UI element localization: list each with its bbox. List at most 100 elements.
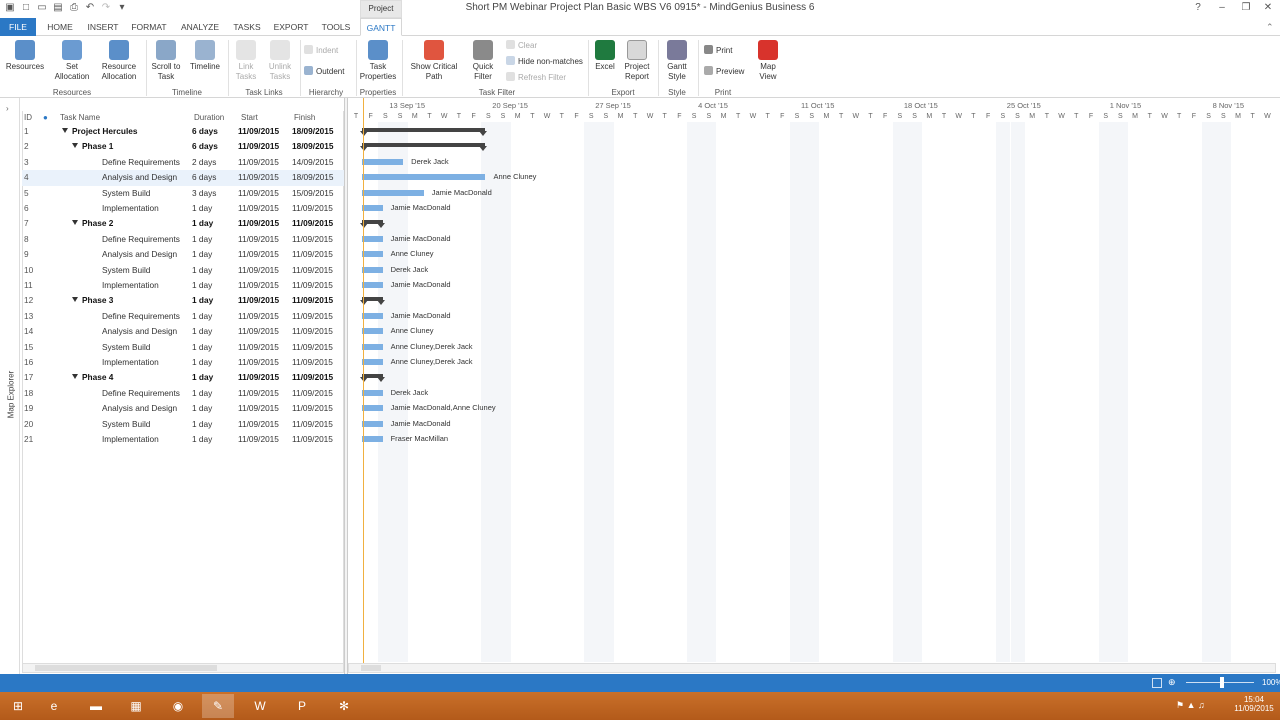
view-fit-icon[interactable]: ⊕	[1168, 677, 1176, 688]
task-name[interactable]: Phase 4	[72, 370, 113, 385]
internet-explorer-icon[interactable]: e	[38, 694, 70, 718]
task-duration[interactable]: 1 day	[192, 216, 213, 231]
table-row[interactable]: 4 Analysis and Design 6 days 11/09/2015 18/0…	[22, 170, 344, 186]
task-name[interactable]: System Build	[102, 340, 150, 355]
minimize-button[interactable]: –	[1210, 0, 1234, 16]
task-start[interactable]: 11/09/2015	[238, 417, 279, 432]
table-row[interactable]: 3 Define Requirements 2 days 11/09/2015 14/0…	[22, 155, 344, 170]
clock[interactable]: 15:04 11/09/2015	[1232, 695, 1276, 713]
table-row[interactable]: 8 Define Requirements 1 day 11/09/2015 11/09…	[22, 232, 344, 247]
task-bar[interactable]	[362, 312, 383, 319]
task-bar[interactable]	[362, 328, 383, 335]
task-name[interactable]: Define Requirements	[102, 386, 180, 401]
task-duration[interactable]: 1 day	[192, 293, 213, 308]
task-name[interactable]: System Build	[102, 417, 150, 432]
link-tasks-button[interactable]: Link Tasks	[230, 36, 262, 82]
task-finish[interactable]: 11/09/2015	[292, 417, 333, 432]
task-finish[interactable]: 11/09/2015	[292, 247, 333, 262]
task-bar[interactable]	[362, 343, 383, 350]
tab-analyze[interactable]: ANALYZE	[176, 18, 224, 36]
hide-non-matches-button[interactable]: Hide non-matches	[506, 56, 583, 67]
task-start[interactable]: 11/09/2015	[238, 293, 279, 308]
task-bar[interactable]	[362, 266, 383, 273]
task-bar[interactable]	[362, 205, 383, 211]
preview-button[interactable]: Preview	[704, 66, 744, 77]
powerpoint-icon[interactable]: P	[286, 694, 318, 718]
mindgenius-app-icon[interactable]: ✎	[202, 694, 234, 718]
task-duration[interactable]: 1 day	[192, 201, 212, 216]
table-row[interactable]: 9 Analysis and Design 1 day 11/09/2015 11/09…	[22, 247, 344, 262]
task-start[interactable]: 11/09/2015	[238, 155, 279, 170]
table-row[interactable]: 15 System Build 1 day 11/09/2015 11/09/2015	[22, 340, 344, 355]
tab-file[interactable]: FILE	[0, 18, 36, 36]
info-column-icon[interactable]: ●	[43, 113, 48, 122]
show-critical-path-button[interactable]: Show Critical Path	[408, 36, 460, 82]
task-duration[interactable]: 1 day	[192, 278, 212, 293]
col-header-duration[interactable]: Duration	[194, 113, 224, 122]
export-excel-button[interactable]: Excel	[590, 36, 620, 72]
task-duration[interactable]: 1 day	[192, 386, 212, 401]
windows-start-icon[interactable]: ⊞	[2, 694, 34, 718]
summary-bar[interactable]	[359, 128, 488, 136]
file-explorer-icon[interactable]: ▬	[80, 694, 112, 718]
task-bar[interactable]	[362, 158, 404, 165]
tab-export[interactable]: EXPORT	[270, 18, 312, 36]
task-name[interactable]: Project Hercules	[62, 124, 137, 139]
col-header-task-name[interactable]: Task Name	[60, 113, 100, 122]
indent-button[interactable]: Indent	[304, 45, 338, 56]
grid-horizontal-scrollbar[interactable]	[22, 663, 344, 673]
task-duration[interactable]: 6 days	[192, 139, 218, 154]
set-allocation-button[interactable]: Set Allocation	[50, 36, 94, 82]
task-start[interactable]: 11/09/2015	[238, 201, 279, 216]
task-bar[interactable]	[362, 359, 383, 365]
task-start[interactable]: 11/09/2015	[238, 340, 279, 355]
task-finish[interactable]: 11/09/2015	[292, 355, 333, 370]
chart-scroll-thumb[interactable]	[361, 665, 381, 671]
task-bar[interactable]	[362, 389, 383, 396]
task-bar[interactable]	[362, 235, 383, 242]
task-bar[interactable]	[362, 174, 486, 181]
task-duration[interactable]: 1 day	[192, 401, 212, 416]
task-name[interactable]: System Build	[102, 186, 150, 201]
col-header-id[interactable]: ID	[24, 113, 32, 122]
task-finish[interactable]: 14/09/2015	[292, 155, 334, 170]
settings-app-icon[interactable]: ✻	[328, 694, 360, 718]
task-name[interactable]: Define Requirements	[102, 155, 180, 170]
task-name[interactable]: Analysis and Design	[102, 247, 177, 262]
zoom-slider-thumb[interactable]	[1220, 677, 1224, 688]
task-name[interactable]: Implementation	[102, 432, 159, 447]
task-duration[interactable]: 6 days	[192, 124, 218, 139]
tab-gantt[interactable]: GANTT	[360, 18, 402, 36]
task-finish[interactable]: 11/09/2015	[292, 293, 333, 308]
task-name[interactable]: Phase 1	[72, 139, 113, 154]
system-tray-icons[interactable]: ⚑ ▲ ♫	[1176, 700, 1205, 711]
tab-tools[interactable]: TOOLS	[316, 18, 356, 36]
table-row[interactable]: 18 Define Requirements 1 day 11/09/2015 11/0…	[22, 386, 344, 401]
table-row[interactable]: 13 Define Requirements 1 day 11/09/2015 11/0…	[22, 309, 344, 324]
task-finish[interactable]: 18/09/2015	[292, 170, 334, 185]
table-row[interactable]: 10 System Build 1 day 11/09/2015 11/09/2015	[22, 263, 344, 278]
collapse-triangle-icon[interactable]	[72, 220, 78, 226]
view-normal-icon[interactable]	[1152, 678, 1162, 688]
task-duration[interactable]: 1 day	[192, 417, 212, 432]
task-name[interactable]: Analysis and Design	[102, 170, 177, 185]
task-name[interactable]: Define Requirements	[102, 232, 180, 247]
resources-button[interactable]: Resources	[4, 36, 46, 72]
task-start[interactable]: 11/09/2015	[238, 247, 279, 262]
task-finish[interactable]: 11/09/2015	[292, 263, 333, 278]
map-view-button[interactable]: Map View	[752, 36, 784, 82]
task-start[interactable]: 11/09/2015	[238, 386, 279, 401]
task-duration[interactable]: 1 day	[192, 432, 212, 447]
task-duration[interactable]: 2 days	[192, 155, 216, 170]
unlink-tasks-button[interactable]: Unlink Tasks	[264, 36, 296, 82]
task-duration[interactable]: 1 day	[192, 309, 212, 324]
table-row[interactable]: 14 Analysis and Design 1 day 11/09/2015 11/0…	[22, 324, 344, 339]
task-duration[interactable]: 1 day	[192, 324, 212, 339]
task-start[interactable]: 11/09/2015	[238, 216, 279, 231]
summary-bar[interactable]	[360, 374, 385, 383]
resource-allocation-button[interactable]: Resource Allocation	[96, 36, 142, 82]
tab-tasks[interactable]: TASKS	[228, 18, 266, 36]
table-row[interactable]: 17 Phase 4 1 day 11/09/2015 11/09/2015	[22, 370, 344, 385]
task-finish[interactable]: 18/09/2015	[292, 139, 334, 154]
task-start[interactable]: 11/09/2015	[238, 232, 279, 247]
